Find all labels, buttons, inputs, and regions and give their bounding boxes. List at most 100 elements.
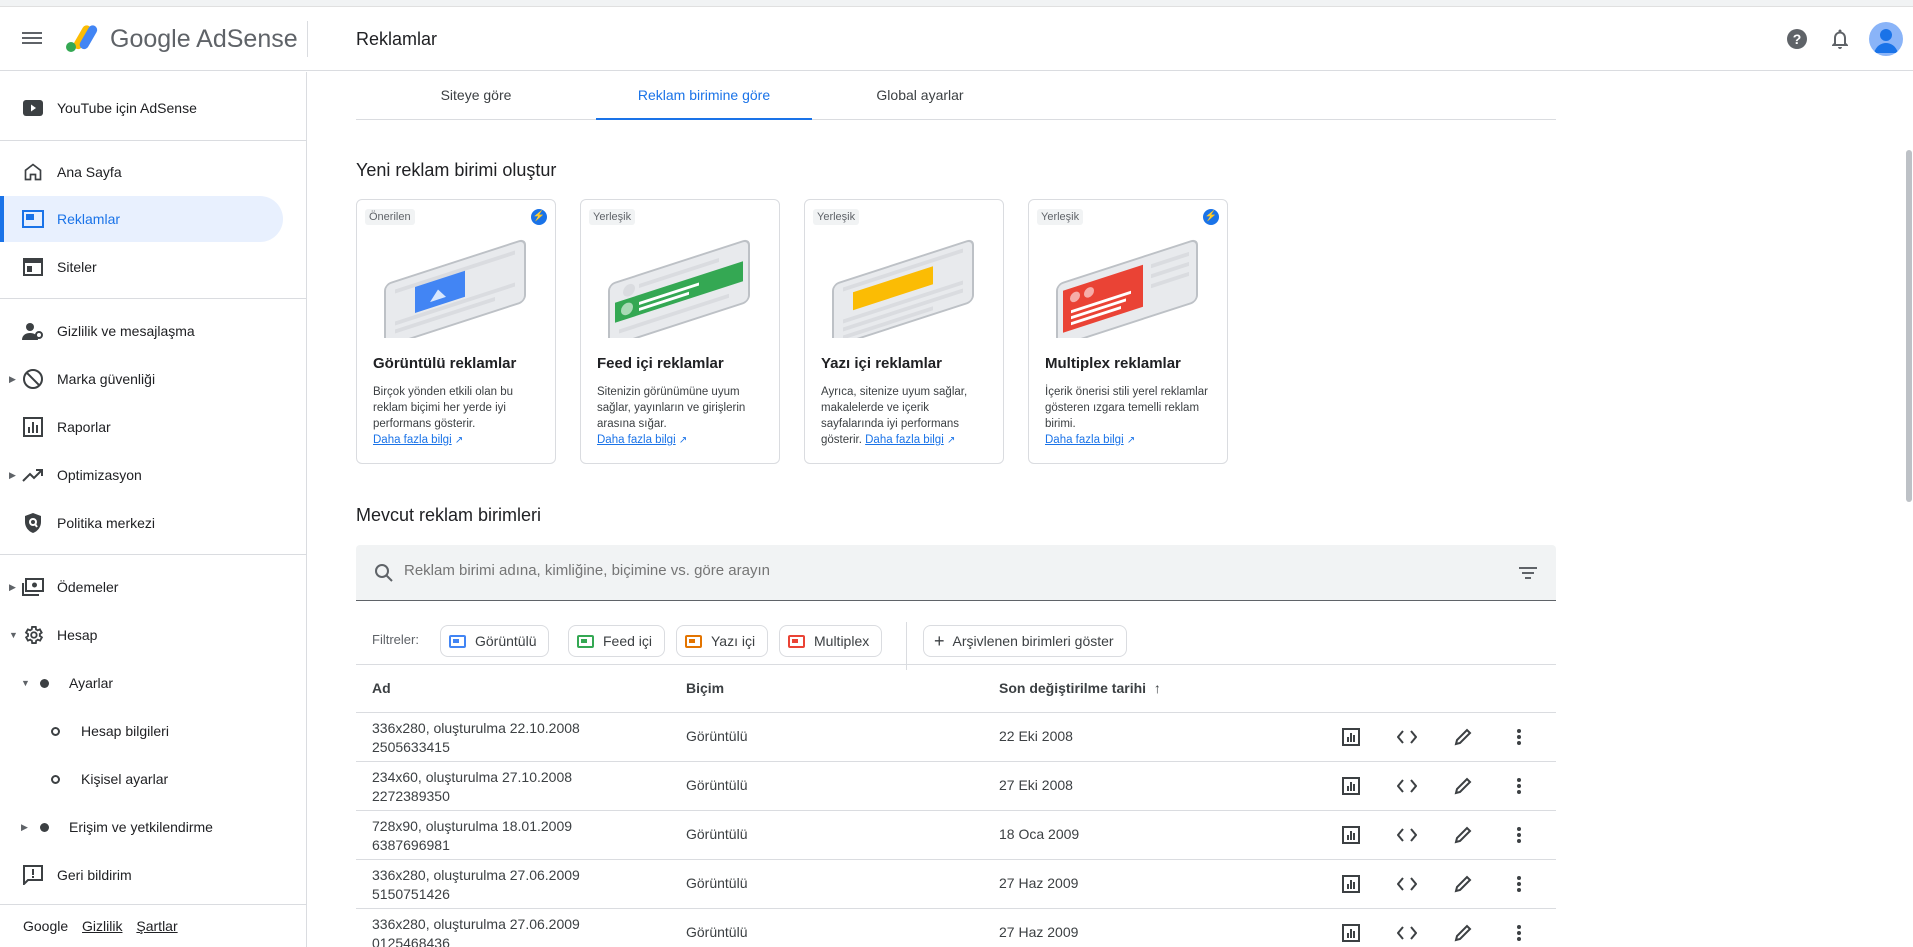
report-icon[interactable] xyxy=(1339,823,1363,847)
in-article-ads-card[interactable]: Yerleşik Yazı içi reklamlar Ayrıca, site… xyxy=(804,199,1004,464)
more-vert-icon[interactable] xyxy=(1507,774,1531,798)
ad-unit-name[interactable]: 336x280, oluşturulma 27.06.2009 xyxy=(372,916,580,932)
display-format-icon xyxy=(449,634,466,648)
in-feed-ads-card[interactable]: Yerleşik Feed içi reklamlar Sitenizin gö… xyxy=(580,199,780,464)
ad-unit-name[interactable]: 728x90, oluşturulma 18.01.2009 xyxy=(372,818,572,834)
card-title: Multiplex reklamlar xyxy=(1045,355,1181,372)
table-row[interactable]: 728x90, oluşturulma 18.01.2009 6387696981… xyxy=(356,811,1556,860)
expand-caret-icon[interactable]: ▶ xyxy=(9,470,16,481)
ad-unit-format: Görüntülü xyxy=(686,875,748,891)
table-row[interactable]: 336x280, oluşturulma 27.06.2009 012546843… xyxy=(356,909,1556,947)
column-header-format[interactable]: Biçim xyxy=(686,680,724,696)
column-header-last-modified[interactable]: Son değiştirilme tarihi ↑ xyxy=(999,680,1161,696)
ad-unit-last-modified: 27 Haz 2009 xyxy=(999,924,1079,940)
feedback-icon xyxy=(22,864,44,886)
browser-top-strip xyxy=(0,0,1913,7)
sidebar-item-sites[interactable]: Siteler xyxy=(0,244,283,290)
footer-privacy-link[interactable]: Gizlilik xyxy=(82,918,122,934)
sidebar-item-optimization[interactable]: ▶ Optimizasyon xyxy=(0,452,283,498)
scrollbar-thumb[interactable] xyxy=(1906,150,1912,502)
expand-caret-icon[interactable]: ▶ xyxy=(21,822,28,833)
sidebar-item-payments[interactable]: ▶ Ödemeler xyxy=(0,564,283,610)
in-feed-format-icon xyxy=(577,634,594,648)
code-icon[interactable] xyxy=(1395,823,1419,847)
help-icon[interactable]: ? xyxy=(1785,27,1809,51)
expand-caret-icon[interactable]: ▶ xyxy=(9,582,16,593)
multiplex-ads-card[interactable]: Yerleşik ⚡ Multiplex reklamlar İçerik ön… xyxy=(1028,199,1228,464)
ad-unit-name[interactable]: 336x280, oluşturulma 27.06.2009 xyxy=(372,867,580,883)
sidebar-item-policy-center[interactable]: Politika merkezi xyxy=(0,500,283,546)
filter-list-icon[interactable] xyxy=(1518,565,1538,581)
ad-unit-name[interactable]: 336x280, oluşturulma 22.10.2008 xyxy=(372,720,580,736)
display-ads-card[interactable]: Önerilen ⚡ Görüntülü reklamlar Birçok yö… xyxy=(356,199,556,464)
sidebar-item-label: Ayarlar xyxy=(69,675,114,691)
sidebar-item-account[interactable]: ▼ Hesap xyxy=(0,612,283,658)
sidebar-item-settings[interactable]: ▼ Ayarlar xyxy=(0,660,283,706)
table-row[interactable]: 234x60, oluşturulma 27.10.2008 2272389350… xyxy=(356,762,1556,811)
more-vert-icon[interactable] xyxy=(1507,725,1531,749)
show-archived-button[interactable]: + Arşivlenen birimleri göster xyxy=(923,625,1127,657)
table-row[interactable]: 336x280, oluşturulma 22.10.2008 250563341… xyxy=(356,713,1556,762)
ad-unit-id: 0125468436 xyxy=(372,935,450,947)
page-scrollbar[interactable] xyxy=(1905,72,1913,947)
collapse-caret-icon[interactable]: ▼ xyxy=(21,678,30,688)
learn-more-link[interactable]: Daha fazla bilgi xyxy=(865,434,944,446)
tab-bar: Siteye göre Reklam birimine göre Global … xyxy=(356,72,1556,120)
search-input[interactable] xyxy=(404,562,1484,579)
filter-chip-multiplex[interactable]: Multiplex xyxy=(779,625,883,657)
sidebar-item-youtube[interactable]: YouTube için AdSense xyxy=(0,85,283,131)
more-vert-icon[interactable] xyxy=(1507,823,1531,847)
report-icon[interactable] xyxy=(1339,725,1363,749)
code-icon[interactable] xyxy=(1395,921,1419,945)
edit-pencil-icon[interactable] xyxy=(1451,872,1475,896)
tab-global-settings[interactable]: Global ayarlar xyxy=(812,72,1028,120)
header-divider xyxy=(307,21,308,57)
more-vert-icon[interactable] xyxy=(1507,872,1531,896)
ad-unit-name[interactable]: 234x60, oluşturulma 27.10.2008 xyxy=(372,769,572,785)
sidebar-item-privacy[interactable]: Gizlilik ve mesajlaşma xyxy=(0,308,283,354)
learn-more-link[interactable]: Daha fazla bilgi xyxy=(373,434,452,446)
table-row[interactable]: 336x280, oluşturulma 27.06.2009 515075142… xyxy=(356,860,1556,909)
sidebar-item-personal-settings[interactable]: Kişisel ayarlar xyxy=(0,756,283,802)
sidebar-item-home[interactable]: Ana Sayfa xyxy=(0,149,283,195)
report-icon[interactable] xyxy=(1339,774,1363,798)
expand-caret-icon[interactable]: ▶ xyxy=(9,374,16,385)
report-icon[interactable] xyxy=(1339,921,1363,945)
ad-unit-name-cell: 336x280, oluşturulma 22.10.2008 250563341… xyxy=(372,719,580,757)
sidebar-item-brand-safety[interactable]: ▶ Marka güvenliği xyxy=(0,356,283,402)
tab-by-site[interactable]: Siteye göre xyxy=(356,72,596,120)
filter-chip-in-feed[interactable]: Feed içi xyxy=(568,625,666,657)
menu-icon[interactable] xyxy=(22,29,46,49)
sidebar-item-access[interactable]: ▶ Erişim ve yetkilendirme xyxy=(0,804,283,850)
footer-terms-link[interactable]: Şartlar xyxy=(136,918,177,934)
sidebar-item-ads[interactable]: Reklamlar xyxy=(0,196,283,242)
ad-unit-name-cell: 234x60, oluşturulma 27.10.2008 2272389350 xyxy=(372,768,572,806)
sidebar-item-account-info[interactable]: Hesap bilgileri xyxy=(0,708,283,754)
learn-more-link[interactable]: Daha fazla bilgi xyxy=(597,434,676,446)
code-icon[interactable] xyxy=(1395,872,1419,896)
card-description: İçerik önerisi stili yerel reklamlar gös… xyxy=(1045,384,1217,449)
sidebar-item-reports[interactable]: Raporlar xyxy=(0,404,283,450)
filter-chip-in-article[interactable]: Yazı içi xyxy=(676,625,769,657)
ad-unit-name-cell: 336x280, oluşturulma 27.06.2009 012546843… xyxy=(372,915,580,947)
tab-by-ad-unit[interactable]: Reklam birimine göre xyxy=(596,72,812,120)
notifications-icon[interactable] xyxy=(1828,27,1852,51)
sidebar-item-label: Marka güvenliği xyxy=(57,371,156,387)
sidebar-item-feedback[interactable]: Geri bildirim xyxy=(0,852,283,898)
bullet-outline-icon xyxy=(51,775,60,784)
code-icon[interactable] xyxy=(1395,725,1419,749)
collapse-caret-icon[interactable]: ▼ xyxy=(9,630,18,640)
main-content: Siteye göre Reklam birimine göre Global … xyxy=(307,72,1913,947)
column-header-name[interactable]: Ad xyxy=(372,680,391,696)
filter-chip-display[interactable]: Görüntülü xyxy=(440,625,550,657)
code-icon[interactable] xyxy=(1395,774,1419,798)
user-avatar[interactable] xyxy=(1869,22,1903,56)
report-icon[interactable] xyxy=(1339,872,1363,896)
learn-more-link[interactable]: Daha fazla bilgi xyxy=(1045,434,1124,446)
edit-pencil-icon[interactable] xyxy=(1451,725,1475,749)
edit-pencil-icon[interactable] xyxy=(1451,921,1475,945)
edit-pencil-icon[interactable] xyxy=(1451,774,1475,798)
sidebar-item-label: Erişim ve yetkilendirme xyxy=(69,819,213,835)
more-vert-icon[interactable] xyxy=(1507,921,1531,945)
edit-pencil-icon[interactable] xyxy=(1451,823,1475,847)
